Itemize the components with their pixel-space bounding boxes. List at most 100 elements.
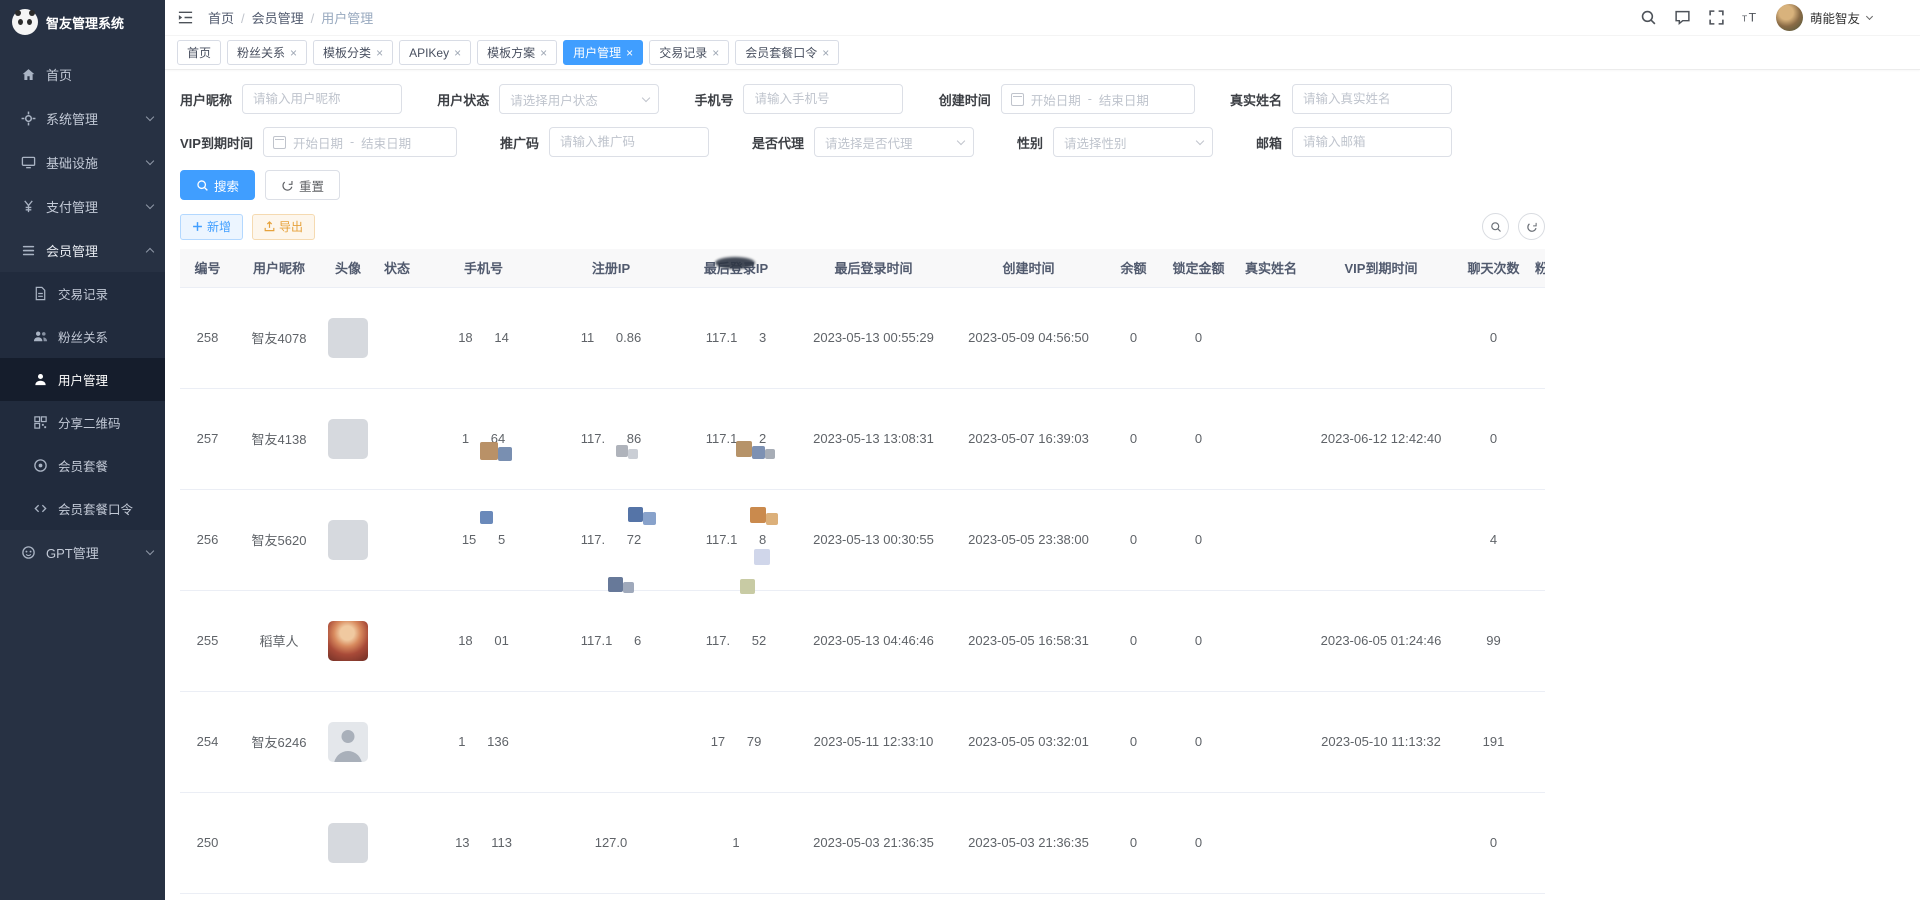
chevron-down-icon [1866, 13, 1873, 20]
filter-input[interactable] [550, 128, 708, 156]
cell-created: 2023-05-09 04:56:50 [951, 287, 1106, 388]
tab[interactable]: 粉丝关系 × [227, 40, 307, 65]
users-table-wrap: 编号用户昵称头像状态手机号注册IP最后登录IP最后登录时间创建时间余额锁定金额真… [180, 249, 1545, 900]
sidebar-item[interactable]: 用户管理 [0, 358, 165, 401]
close-icon[interactable]: × [712, 47, 719, 59]
table-row[interactable]: 255 稻草人 开启 18 01 117.1 6 117. 52 [180, 590, 1545, 691]
breadcrumb-item[interactable]: 首页 [208, 8, 252, 27]
filter-daterange[interactable]: 开始日期 - 结束日期 [263, 127, 457, 157]
table-row[interactable]: 254 智友6246 开启 1 136 17 79 [180, 691, 1545, 792]
app-title: 智友管理系统 [46, 13, 124, 32]
close-icon[interactable]: × [626, 47, 633, 59]
table-row[interactable]: 258 智友4078 开启 18 14 11 0.86 117.1 3 [180, 287, 1545, 388]
pay-icon [20, 198, 37, 215]
filter-input[interactable] [744, 85, 902, 113]
sidebar-item[interactable]: 会员套餐口令 [0, 487, 165, 530]
cell-locked-amount: 0 [1161, 792, 1236, 893]
toggle-search-button[interactable] [1482, 213, 1509, 240]
cell-balance: 0 [1106, 691, 1161, 792]
sidebar-item[interactable]: 基础设施 [0, 140, 165, 184]
tab[interactable]: 首页 × [177, 40, 221, 65]
filter-input[interactable] [1293, 128, 1451, 156]
sidebar-item[interactable]: 分享二维码 [0, 401, 165, 444]
table-row[interactable]: 256 智友5620 开启 15 5 117. 72 117.1 8 [180, 489, 1545, 590]
cell-reg-ip: 127.0 [546, 792, 676, 893]
tab[interactable]: 用户管理 × [563, 40, 643, 65]
sidebar-item[interactable]: 会员套餐 [0, 444, 165, 487]
filter-label: 真实姓名 [1230, 90, 1282, 109]
sidebar-item[interactable]: 支付管理 [0, 184, 165, 228]
sidebar-item[interactable]: 首页 [0, 52, 165, 96]
sidebar-item[interactable]: GPT管理 [0, 530, 165, 574]
cell-fans [1531, 893, 1545, 900]
filter-input[interactable] [243, 85, 401, 113]
filter-select[interactable]: 请选择是否代理 [814, 127, 974, 157]
daterange-separator: - [350, 135, 354, 149]
cell-reg-ip: 12 [546, 893, 676, 900]
sidebar-item[interactable]: 交易记录 [0, 272, 165, 315]
tab-label: 用户管理 [573, 44, 621, 61]
cell-last-ip: 117.1 2 [676, 388, 796, 489]
search-icon[interactable] [1640, 9, 1657, 26]
sidebar-item[interactable]: 会员管理 [0, 228, 165, 272]
cell-last-ip: 117.1 3 [676, 287, 796, 388]
daterange-start-placeholder: 开始日期 [293, 133, 343, 152]
tab-label: 模板分类 [323, 44, 371, 61]
cell-avatar [323, 691, 373, 792]
font-size-icon[interactable]: TT [1742, 9, 1759, 26]
table-row[interactable]: 249 12 开启 15 21 12 127 2023-05-1 [180, 893, 1545, 900]
refresh-icon [1526, 221, 1538, 233]
user-avatar [328, 722, 368, 762]
table-row[interactable]: 257 智友4138 开启 1 64 117. 86 117.1 2 [180, 388, 1545, 489]
cell-real-name [1236, 489, 1306, 590]
refresh-button[interactable] [1518, 213, 1545, 240]
tab[interactable]: 模板方案 × [477, 40, 557, 65]
sidebar-item[interactable]: 系统管理 [0, 96, 165, 140]
cell-phone: 18 01 [421, 590, 546, 691]
user-avatar [328, 419, 368, 459]
filter-input[interactable] [1293, 85, 1451, 113]
tab[interactable]: 会员套餐口令 × [735, 40, 839, 65]
close-icon[interactable]: × [290, 47, 297, 59]
table-body: 258 智友4078 开启 18 14 11 0.86 117.1 3 [180, 287, 1545, 900]
filter-select[interactable]: 请选择用户状态 [499, 84, 659, 114]
user-menu[interactable]: 萌能智友 [1776, 4, 1872, 31]
sidebar-collapse-icon[interactable] [177, 9, 194, 26]
close-icon[interactable]: × [540, 47, 547, 59]
close-icon[interactable]: × [822, 47, 829, 59]
add-button[interactable]: 新增 [180, 214, 243, 240]
cell-status: 开启 [373, 489, 421, 590]
tab[interactable]: 交易记录 × [649, 40, 729, 65]
export-button-label: 导出 [279, 218, 303, 235]
tab[interactable]: 模板分类 × [313, 40, 393, 65]
filter-daterange[interactable]: 开始日期 - 结束日期 [1001, 84, 1195, 114]
page-content: 用户昵称 请输入用户昵称 - [165, 70, 1920, 900]
cell-phone: 1 136 [421, 691, 546, 792]
filter-field: 用户昵称 请输入用户昵称 - [180, 84, 402, 114]
filter-select[interactable]: 请选择性别 [1053, 127, 1213, 157]
search-button[interactable]: 搜索 [180, 170, 255, 200]
cell-last-ip: 127 [676, 893, 796, 900]
breadcrumb-item[interactable]: 用户管理 [321, 8, 387, 27]
daterange-start-placeholder: 开始日期 [1031, 90, 1081, 109]
close-icon[interactable]: × [454, 47, 461, 59]
calendar-icon [1011, 93, 1024, 106]
close-icon[interactable]: × [376, 47, 383, 59]
sidebar-item-label: 粉丝关系 [58, 327, 153, 346]
table-row[interactable]: 250 开启 13 113 127.0 1 2023-05-0 [180, 792, 1545, 893]
filter-field: 是否代理 请选择是否代理 - [752, 127, 974, 157]
reset-button[interactable]: 重置 [265, 170, 340, 200]
column-header: 最后登录时间 [796, 249, 951, 287]
export-button[interactable]: 导出 [252, 214, 315, 240]
cell-balance: 0 [1106, 287, 1161, 388]
tab-label: APIKey [409, 46, 449, 60]
message-icon[interactable] [1674, 9, 1691, 26]
cell-created: 2023-04-30 08:20:13 [951, 893, 1106, 900]
filter-input-wrap [549, 127, 709, 157]
fullscreen-icon[interactable] [1708, 9, 1725, 26]
tab[interactable]: APIKey × [399, 40, 471, 65]
breadcrumb-item[interactable]: 会员管理 [252, 8, 322, 27]
sidebar-item[interactable]: 粉丝关系 [0, 315, 165, 358]
reset-button-label: 重置 [299, 176, 324, 195]
cell-last-ip: 1 [676, 792, 796, 893]
